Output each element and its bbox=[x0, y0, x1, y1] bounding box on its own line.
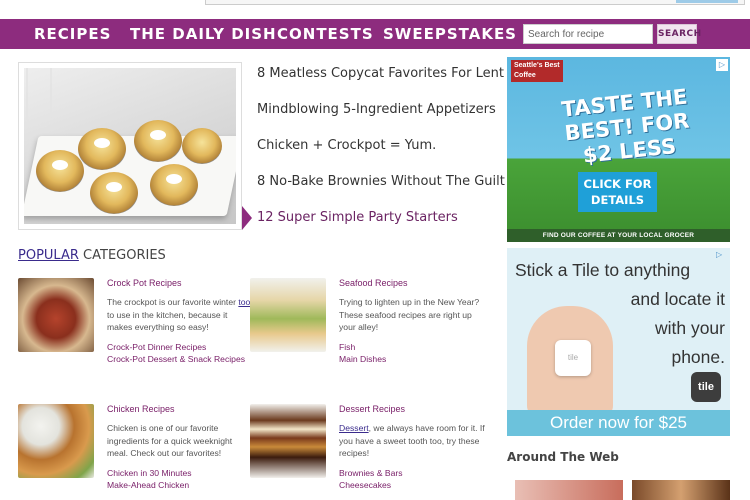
featured-links: 8 Meatless Copycat Favorites For Lent Mi… bbox=[257, 62, 505, 242]
categories-label: CATEGORIES bbox=[78, 248, 166, 263]
tile-ad[interactable]: ▷ tile Stick a Tile to anything and loca… bbox=[507, 248, 730, 436]
feature-link-4[interactable]: 8 No-Bake Brownies Without The Guilt bbox=[257, 170, 505, 206]
featured-recipe-image[interactable] bbox=[24, 68, 236, 224]
nav-recipes[interactable]: RECIPES bbox=[34, 25, 111, 43]
dessert-link[interactable]: Dessert bbox=[339, 423, 369, 433]
category-title[interactable]: Crock Pot Recipes bbox=[107, 278, 255, 288]
crock-pot-image[interactable] bbox=[18, 278, 94, 352]
subcategory-link[interactable]: Chicken in 30 Minutes bbox=[107, 467, 255, 479]
cream-dollop bbox=[166, 174, 182, 184]
adchoices-icon[interactable]: ▷ bbox=[716, 59, 728, 71]
nav-sweepstakes[interactable]: SWEEPSTAKES bbox=[383, 25, 517, 43]
main-navbar: RECIPES THE DAILY DISH CONTESTS SWEEPSTA… bbox=[0, 19, 750, 49]
popular-categories-heading: POPULAR CATEGORIES bbox=[18, 248, 166, 263]
coffee-ad-cta-button[interactable]: CLICK FOR DETAILS bbox=[578, 172, 657, 212]
coffee-ad[interactable]: Seattle's Best Coffee ▷ TASTE THE BEST! F… bbox=[507, 57, 730, 242]
top-ad-strip bbox=[0, 0, 750, 6]
subcategory-link[interactable]: Make-Ahead Chicken bbox=[107, 479, 255, 491]
tart-1 bbox=[78, 128, 126, 170]
search-input[interactable] bbox=[523, 24, 653, 44]
category-title[interactable]: Chicken Recipes bbox=[107, 404, 255, 414]
dessert-image[interactable] bbox=[250, 404, 326, 478]
tile-ad-copy: Stick a Tile to anything and locate it w… bbox=[515, 260, 725, 367]
around-the-web-heading: Around The Web bbox=[507, 450, 619, 464]
category-description: Chicken is one of our favorite ingredien… bbox=[107, 423, 233, 458]
tart-4 bbox=[36, 150, 84, 192]
cream-dollop bbox=[52, 160, 68, 170]
tile-order-button[interactable]: Order now for $25 bbox=[507, 410, 730, 436]
category-description: Trying to lighten up in the New Year? Th… bbox=[339, 297, 480, 332]
subcategory-link[interactable]: Crock-Pot Dinner Recipes bbox=[107, 341, 255, 353]
category-title[interactable]: Dessert Recipes bbox=[339, 404, 487, 414]
top-banner-ad[interactable] bbox=[205, 0, 745, 5]
tart-6 bbox=[150, 164, 198, 206]
coffee-brand-logo: Seattle's Best Coffee bbox=[511, 60, 563, 82]
feature-link-5-active[interactable]: 12 Super Simple Party Starters bbox=[257, 206, 497, 242]
seafood-image[interactable] bbox=[250, 278, 326, 352]
subcategory-link[interactable]: Main Dishes bbox=[339, 353, 487, 365]
top-banner-link[interactable] bbox=[676, 0, 738, 3]
category-title[interactable]: Seafood Recipes bbox=[339, 278, 487, 288]
coffee-ad-headline: TASTE THE BEST! FOR $2 LESS bbox=[560, 84, 691, 168]
category-description: The crockpot is our favorite winter tool… bbox=[107, 297, 253, 332]
subcategory-link[interactable]: Cheesecakes bbox=[339, 479, 487, 491]
subcategory-link[interactable]: Brownies & Bars bbox=[339, 467, 487, 479]
cream-dollop bbox=[106, 182, 122, 192]
nav-contests[interactable]: CONTESTS bbox=[277, 25, 374, 43]
around-web-thumbnail[interactable] bbox=[515, 480, 623, 500]
tart-5 bbox=[90, 172, 138, 214]
featured-image-frame bbox=[18, 62, 242, 230]
tile-logo: tile bbox=[691, 372, 721, 402]
subcategory-link[interactable]: Crock-Pot Dessert & Snack Recipes bbox=[107, 353, 255, 365]
feature-link-1[interactable]: 8 Meatless Copycat Favorites For Lent bbox=[257, 62, 504, 98]
nav-daily-dish[interactable]: THE DAILY DISH bbox=[130, 25, 277, 43]
cream-dollop bbox=[150, 130, 166, 140]
popular-link[interactable]: POPULAR bbox=[18, 248, 79, 263]
wine-glass-shape bbox=[26, 68, 52, 128]
search-button[interactable]: SEARCH bbox=[657, 24, 701, 44]
around-web-thumbnail[interactable] bbox=[632, 480, 730, 500]
cream-dollop bbox=[94, 138, 110, 148]
category-description: Dessert, we always have room for it. If … bbox=[339, 423, 485, 458]
feature-link-2[interactable]: Mindblowing 5-Ingredient Appetizers bbox=[257, 98, 497, 134]
feature-link-3[interactable]: Chicken + Crockpot = Yum. bbox=[257, 134, 497, 170]
subcategory-link[interactable]: Fish bbox=[339, 341, 487, 353]
active-feature-arrow bbox=[242, 206, 252, 230]
tart-3 bbox=[182, 128, 222, 164]
chicken-image[interactable] bbox=[18, 404, 94, 478]
tart-2 bbox=[134, 120, 182, 162]
coffee-ad-footer: FIND OUR COFFEE AT YOUR LOCAL GROCER bbox=[507, 229, 730, 242]
